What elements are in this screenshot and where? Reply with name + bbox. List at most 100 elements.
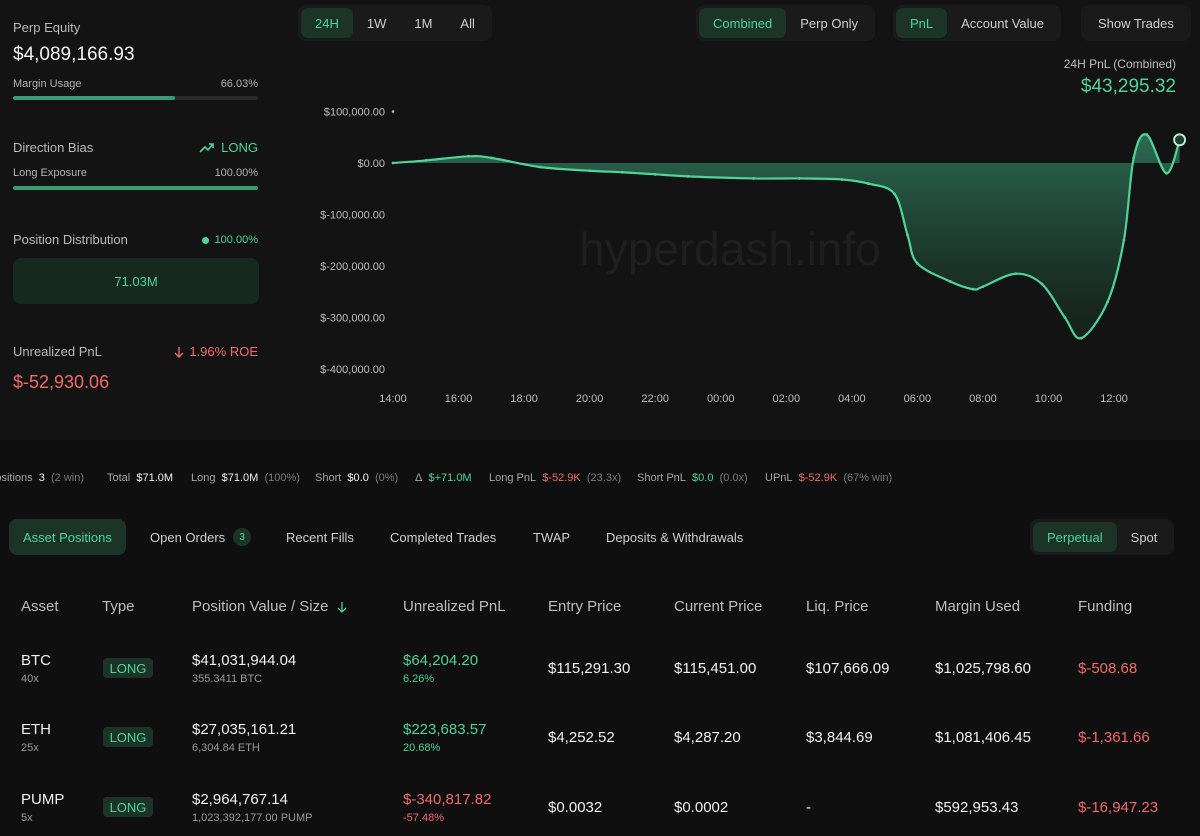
watermark-text: hyperdash.info: [579, 223, 881, 275]
tab-twap[interactable]: TWAP: [519, 519, 584, 555]
direction-bias-value: LONG: [221, 140, 258, 155]
data-point: [971, 287, 975, 291]
data-point: [798, 177, 801, 180]
liq-price: $3,844.69: [806, 729, 873, 746]
pnl-points: [391, 133, 1186, 340]
tab-asset-positions[interactable]: Asset Positions: [9, 519, 126, 555]
data-point: [1014, 272, 1018, 276]
margin-used: $592,953.43: [935, 799, 1019, 816]
long-exposure-label: Long Exposure: [13, 167, 87, 179]
stat-delta: Δ $+71.0M: [415, 472, 472, 484]
stat-upnl: UPnL $-52.9K (67% win): [765, 472, 893, 484]
tab-deposits-withdrawals[interactable]: Deposits & Withdrawals: [592, 519, 757, 555]
header-liq-price[interactable]: Liq. Price: [806, 598, 869, 615]
entry-price: $0.0032: [548, 799, 603, 816]
stat-long: Long $71.0M (100%): [191, 472, 300, 484]
direction-bias-label: Direction Bias: [13, 140, 94, 155]
time-filter-all[interactable]: All: [446, 8, 488, 38]
pnl-area: [393, 134, 1180, 339]
stat-short-pnl: Short PnL $0.0 (0.0x): [637, 472, 748, 484]
entry-price: $115,291.30: [548, 660, 631, 677]
overview-panel: Perp Equity $4,089,166.93 Margin Usage 6…: [0, 0, 1200, 440]
position-distribution-label: Position Distribution: [13, 232, 128, 247]
position-value: $2,964,767.14: [192, 791, 288, 808]
x-axis-ticks: 14:00 16:00 18:00 20:00 22:00 00:00 02:00 04:00…: [379, 393, 1128, 405]
unrealized-pnl: $64,204.20: [403, 652, 479, 669]
tab-spot[interactable]: Spot: [1117, 522, 1172, 552]
view-mode-perp-only[interactable]: Perp Only: [786, 8, 872, 38]
positions-stats-strip: Positions 3 (2 win) Total $71.0M Long $7…: [0, 463, 1200, 493]
position-size: 6,304.84 ETH: [192, 742, 260, 754]
time-filter-24h[interactable]: 24H: [301, 8, 353, 38]
x-tick-label: 04:00: [838, 393, 866, 405]
margin-usage-value: 66.03%: [220, 78, 258, 90]
unrealized-pnl: $223,683.57: [403, 721, 487, 738]
header-current-price[interactable]: Current Price: [674, 598, 762, 615]
tab-perpetual[interactable]: Perpetual: [1033, 522, 1117, 552]
open-orders-count-badge: 3: [233, 528, 252, 546]
distribution-amount: 71.03M: [114, 273, 158, 289]
long-exposure-fill: [13, 186, 258, 190]
stat-positions: Positions 3 (2 win): [0, 472, 85, 484]
data-point: [906, 233, 909, 237]
time-filter-1w[interactable]: 1W: [353, 8, 401, 38]
asset-name: BTC: [21, 652, 51, 669]
market-type-group: Perpetual Spot: [1030, 519, 1175, 555]
tab-completed-trades[interactable]: Completed Trades: [376, 519, 510, 555]
header-position-value[interactable]: Position Value / Size: [192, 598, 348, 615]
pnl-header-label: 24H PnL (Combined): [1063, 57, 1176, 71]
current-price: $0.0002: [674, 799, 729, 816]
header-unrealized-pnl[interactable]: Unrealized PnL: [403, 598, 506, 615]
tab-recent-fills[interactable]: Recent Fills: [272, 519, 368, 555]
position-size: 355.3411 BTC: [192, 673, 263, 685]
data-point: [1122, 238, 1126, 242]
table-row[interactable]: PUMP 5x LONG $2,964,767.14 1,023,392,177…: [0, 782, 1200, 836]
header-funding[interactable]: Funding: [1078, 598, 1132, 615]
data-point: [489, 156, 493, 160]
y-tick-label: $-400,000.00: [320, 364, 385, 376]
distribution-bar: 71.03M: [13, 258, 259, 304]
header-margin-used[interactable]: Margin Used: [935, 598, 1020, 615]
margin-used: $1,025,798.60: [935, 660, 1031, 677]
data-point: [653, 172, 657, 176]
x-tick-label: 14:00: [379, 393, 407, 405]
data-point: [424, 159, 428, 162]
data-point: [1079, 336, 1083, 340]
data-point: [1145, 133, 1149, 137]
current-price: $115,451.00: [674, 660, 757, 677]
margin-usage-fill: [13, 96, 175, 100]
funding: $-508.68: [1078, 660, 1138, 677]
table-row[interactable]: ETH 25x LONG $27,035,161.21 6,304.84 ETH…: [0, 712, 1200, 782]
stat-total: Total $71.0M: [107, 472, 174, 484]
header-asset[interactable]: Asset: [21, 598, 59, 615]
account-summary: Perp Equity $4,089,166.93 Margin Usage 6…: [0, 0, 275, 440]
tab-open-orders[interactable]: Open Orders 3: [136, 519, 265, 555]
type-badge: LONG: [103, 658, 153, 678]
asset-name: PUMP: [21, 791, 65, 808]
position-distribution-value: 100.00%: [214, 234, 258, 246]
y-tick-label: $-300,000.00: [320, 313, 385, 325]
time-filter-1m[interactable]: 1M: [400, 8, 446, 38]
show-trades-group: Show Trades: [1081, 5, 1191, 41]
time-filter-group: 24H 1W 1M All: [298, 5, 492, 41]
x-tick-label: 08:00: [969, 393, 997, 405]
header-type[interactable]: Type: [102, 598, 135, 615]
data-point: [893, 192, 896, 196]
asset-leverage: 40x: [21, 673, 39, 685]
metric-mode-account-value[interactable]: Account Value: [947, 8, 1058, 38]
tab-open-orders-label: Open Orders: [150, 529, 226, 545]
show-trades-button[interactable]: Show Trades: [1084, 8, 1188, 38]
metric-mode-pnl[interactable]: PnL: [896, 8, 948, 38]
header-entry-price[interactable]: Entry Price: [548, 598, 621, 615]
x-tick-label: 00:00: [707, 393, 735, 405]
stat-short: Short $0.0 (0%): [315, 472, 399, 484]
metric-mode-group: PnL Account Value: [893, 5, 1062, 41]
x-tick-label: 06:00: [904, 393, 932, 405]
table-row[interactable]: BTC 40x LONG $41,031,944.04 355.3411 BTC…: [0, 643, 1200, 713]
y-axis-dot: [391, 110, 395, 113]
data-point: [588, 169, 592, 173]
type-badge: LONG: [103, 797, 153, 817]
long-exposure-value: 100.00%: [214, 167, 258, 179]
view-mode-combined[interactable]: Combined: [699, 8, 787, 38]
unrealized-pnl-value: $-52,930.06: [13, 372, 110, 392]
